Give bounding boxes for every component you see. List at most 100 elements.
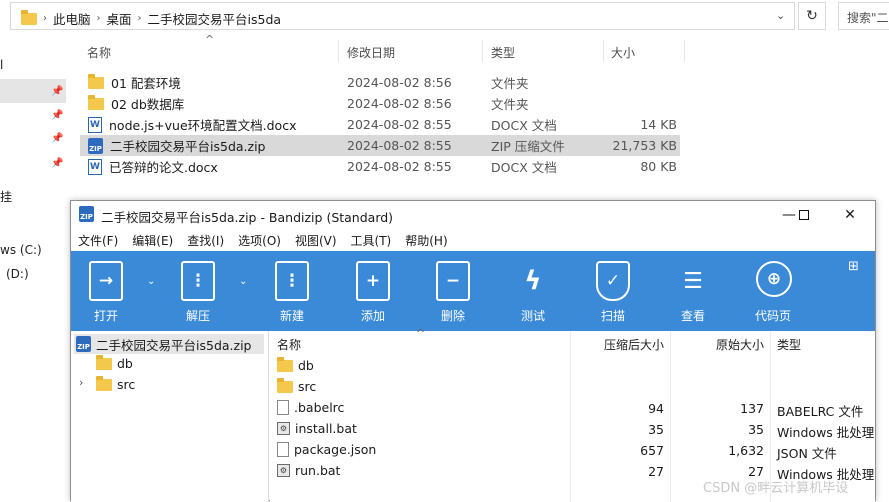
chevron-down-icon[interactable]: ⌄ [776,9,785,22]
menu-options[interactable]: 选项(O) [231,229,288,251]
file-size: 80 KB [640,159,677,174]
view-icon: ☰ [683,268,703,294]
tree-item-src[interactable]: src [96,375,135,392]
nav-item-fragment[interactable]: l [0,58,3,72]
list-item-type: JSON 文件 [777,446,837,461]
chevron-right-icon: › [96,13,101,24]
tree-root-label: 二手校园交易平台is5da.zip [96,337,252,353]
folder-icon [277,356,293,372]
extract-button[interactable]: ⋮ 解压 [163,251,233,331]
menu-help[interactable]: 帮助(H) [398,229,454,251]
refresh-button[interactable]: ↻ [798,2,826,30]
file-date: 2024-08-02 8:55 [347,159,452,174]
layout-grid-icon[interactable]: ⊞ [848,259,859,274]
tree-item-label: db [117,356,133,371]
folder-icon [88,73,104,89]
file-row-selected[interactable]: ZIP 二手校园交易平台is5da.zip 2024-08-02 8:55 ZIP… [80,135,680,156]
add-icon: + [356,261,390,301]
search-input[interactable]: 搜索"二 [838,2,889,30]
list-item-type: Windows 批处理 [777,425,875,440]
list-row[interactable]: package.json 657 1,632 JSON 文件 [270,440,875,461]
test-button[interactable]: ϟ 测试 [498,251,568,331]
column-header-type[interactable]: 类型 [491,44,515,61]
file-name: node.js+vue环境配置文档.docx [109,118,297,133]
column-header-size[interactable]: 大小 [611,44,635,61]
view-label: 查看 [680,309,705,323]
list-item-original: 35 [748,422,764,437]
folder-icon [96,375,112,391]
close-icon: ✕ [844,207,856,223]
file-date: 2024-08-02 8:56 [347,96,452,111]
file-size: 21,753 KB [612,138,677,153]
codepage-icon: ⊕ [756,261,792,297]
file-date: 2024-08-02 8:55 [347,117,452,132]
list-item-compressed: 657 [640,443,664,458]
file-name: 02 db数据库 [111,97,185,112]
nav-item-drive-c[interactable]: ws (C:) [0,243,42,257]
delete-button[interactable]: − 删除 [418,251,488,331]
list-item-name: src [298,379,317,394]
address-bar[interactable]: › 此电脑 › 桌面 › 二手校园交易平台is5da ⌄ [10,2,795,30]
breadcrumb-item[interactable]: 桌面 [107,9,132,28]
column-divider[interactable] [338,40,339,62]
chevron-down-icon[interactable]: ⌄ [239,276,247,287]
list-item-name: db [298,358,314,373]
list-item-original: 137 [740,401,764,416]
bandizip-window: ZIP 二手校园交易平台is5da.zip - Bandizip (Standa… [70,200,876,502]
list-header-type[interactable]: 类型 [777,336,801,353]
view-button[interactable]: ☰ 查看 [658,251,728,331]
nav-item-fragment[interactable]: 挂 [0,188,12,205]
file-type: DOCX 文档 [491,160,557,175]
new-archive-label: 新建 [279,309,304,323]
add-label: 添加 [360,309,385,323]
tree-item-db[interactable]: db [96,354,133,371]
file-row[interactable]: Wnode.js+vue环境配置文档.docx 2024-08-02 8:55 … [80,114,680,135]
nav-item-drive-d[interactable]: (D:) [6,267,29,281]
pin-icon: 📌 [51,86,64,97]
menu-view[interactable]: 视图(V) [288,229,344,251]
list-item-name: .babelrc [294,400,345,415]
list-header-compressed[interactable]: 压缩后大小 [604,336,664,353]
scan-button[interactable]: ✓ 扫描 [578,251,648,331]
close-button[interactable]: ✕ [835,204,865,226]
new-archive-button[interactable]: ⋮ 新建 [257,251,327,331]
menu-edit[interactable]: 编辑(E) [125,229,180,251]
file-row[interactable]: W 已答辩的论文.docx 2024-08-02 8:55 DOCX 文档 80 … [80,156,680,177]
list-row[interactable]: .babelrc 94 137 BABELRC 文件 [270,398,875,419]
list-item-name: install.bat [295,421,357,436]
list-row[interactable]: db [270,356,875,377]
add-button[interactable]: + 添加 [338,251,408,331]
folder-icon [21,9,37,25]
new-archive-icon: ⋮ [275,261,309,301]
chevron-down-icon[interactable]: ⌄ [147,276,155,287]
file-row[interactable]: 02 db数据库 2024-08-02 8:56 文件夹 [80,93,680,114]
list-header-original[interactable]: 原始大小 [716,336,764,353]
open-icon: → [89,261,123,301]
breadcrumb-item[interactable]: 此电脑 [53,9,91,28]
file-row[interactable]: 01 配套环境 2024-08-02 8:56 文件夹 [80,72,680,93]
tree-root[interactable]: ZIP 二手校园交易平台is5da.zip [74,334,264,354]
folder-icon [96,354,112,370]
column-header-date[interactable]: 修改日期 [347,44,395,61]
watermark-text: CSDN @畔云计算机毕设 [703,481,849,496]
column-divider[interactable] [482,40,483,62]
word-document-icon: W [88,158,102,175]
list-header-name[interactable]: 名称 [277,336,301,353]
menu-find[interactable]: 查找(I) [180,229,231,251]
breadcrumb-item[interactable]: 二手校园交易平台is5da [148,9,282,28]
menu-file[interactable]: 文件(F) [71,229,125,251]
column-divider[interactable] [603,40,604,62]
column-divider[interactable] [684,40,685,62]
title-bar[interactable]: ZIP 二手校园交易平台is5da.zip - Bandizip (Standa… [71,201,875,228]
chevron-right-icon[interactable]: › [79,376,83,389]
extract-icon: ⋮ [181,261,215,301]
maximize-button[interactable] [789,204,819,226]
codepage-button[interactable]: ⊕ 代码页 [738,251,808,331]
open-button[interactable]: → 打开 [71,251,141,331]
menu-tools[interactable]: 工具(T) [344,229,399,251]
column-header-name[interactable]: 名称 [87,44,111,61]
scan-icon: ✓ [596,261,630,301]
pin-icon: 📌 [51,110,64,121]
list-row[interactable]: src [270,377,875,398]
list-row[interactable]: ⚙ install.bat 35 35 Windows 批处理 [270,419,875,440]
